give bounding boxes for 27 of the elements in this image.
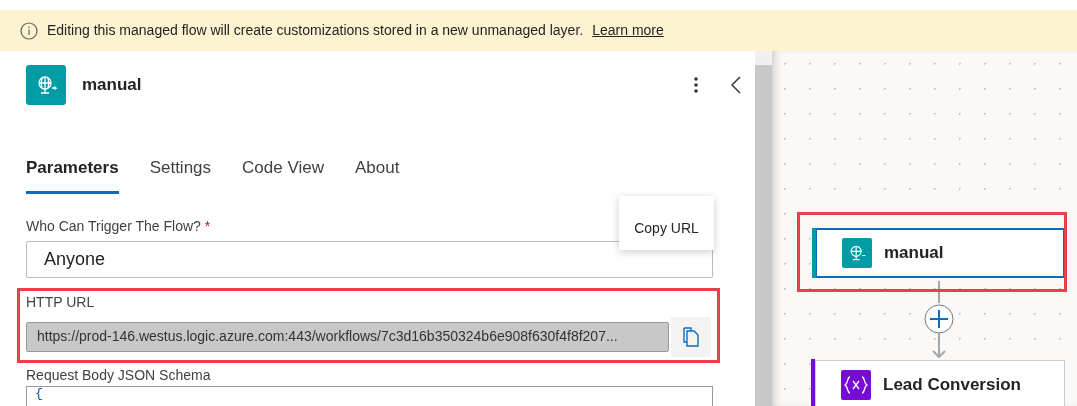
tab[interactable]: Settings xyxy=(149,149,212,194)
field-label: Who Can Trigger The Flow? * xyxy=(26,216,211,236)
collapse-icon[interactable] xyxy=(731,76,741,94)
step-title: manual xyxy=(884,242,944,265)
scrollbar-thumb[interactable] xyxy=(755,65,772,406)
trigger-select[interactable]: Anyone xyxy=(26,240,713,278)
learn-more-link[interactable]: Learn more xyxy=(592,20,664,41)
add-step-icon[interactable] xyxy=(924,304,954,334)
url-field: https://prod-146.westus.logic.azure.com:443/workflows/7c3d16b350324b6e908f630f4f8f207... xyxy=(26,321,670,352)
tooltip: Copy URL xyxy=(619,196,714,250)
step-title: Lead Conversion xyxy=(883,374,1021,397)
variable-icon xyxy=(841,370,871,400)
tab[interactable]: About xyxy=(354,149,400,194)
field-label: Request Body JSON Schema xyxy=(26,365,211,385)
copy-icon xyxy=(682,326,701,347)
more-options-icon[interactable] xyxy=(693,76,699,94)
panel-title: manual xyxy=(82,74,143,97)
app-icon xyxy=(26,65,66,105)
tab[interactable]: Code View xyxy=(242,149,324,194)
copy-button[interactable] xyxy=(671,316,711,357)
flow-step-card[interactable]: manual xyxy=(815,228,1065,278)
field-label: HTTP URL xyxy=(26,292,95,312)
warning-message: Editing this managed flow will create customizations stored in a new unmanaged layer. xyxy=(47,21,584,40)
code-editor[interactable]: { xyxy=(26,385,713,406)
info-icon xyxy=(20,21,38,40)
globe-icon xyxy=(842,238,872,268)
tab[interactable]: Parameters xyxy=(26,149,119,194)
